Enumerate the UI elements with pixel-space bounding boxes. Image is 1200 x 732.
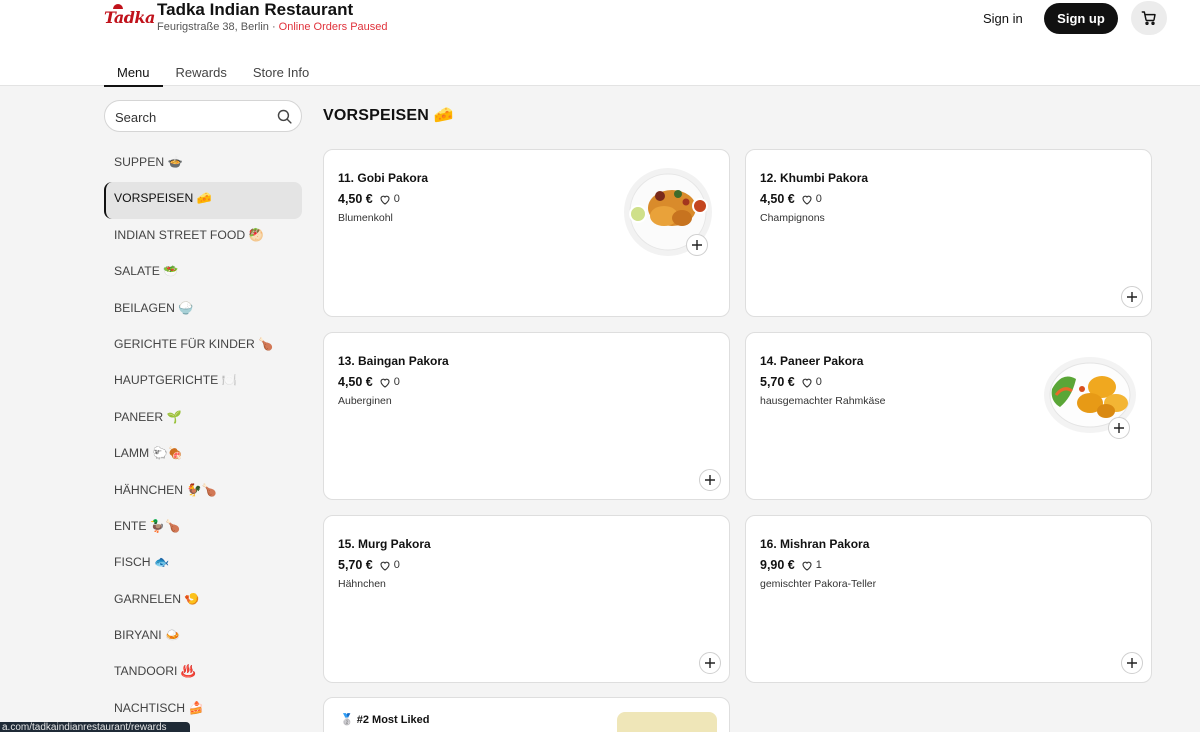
like-count: 0: [815, 376, 822, 388]
like-button[interactable]: 0: [379, 376, 400, 388]
add-to-cart-button[interactable]: [686, 234, 708, 256]
plus-icon: [705, 658, 715, 668]
item-name: 15. Murg Pakora: [338, 537, 431, 551]
item-price-row: 5,70 € 0: [338, 558, 400, 572]
like-count: 1: [815, 559, 822, 571]
category-item-paneer[interactable]: PANEER 🌱: [104, 401, 302, 437]
search-icon[interactable]: [276, 108, 293, 125]
like-button[interactable]: 0: [801, 193, 822, 205]
category-list: SUPPEN 🍲 VORSPEISEN 🧀 INDIAN STREET FOOD…: [104, 146, 302, 728]
tab-menu[interactable]: Menu: [104, 60, 163, 87]
restaurant-name: Tadka Indian Restaurant: [157, 0, 354, 19]
heart-icon: [380, 378, 390, 388]
plus-icon: [1114, 423, 1124, 433]
header: Tadka Tadka Indian Restaurant Feurigstra…: [0, 0, 1200, 87]
category-item-garnelen[interactable]: GARNELEN 🍤: [104, 583, 302, 619]
category-item-vorspeisen[interactable]: VORSPEISEN 🧀: [104, 182, 302, 219]
category-item-suppen[interactable]: SUPPEN 🍲: [104, 146, 302, 182]
item-price: 9,90 €: [760, 558, 795, 572]
plus-icon: [692, 240, 702, 250]
item-description: Auberginen: [338, 395, 392, 407]
category-item-lamm[interactable]: LAMM 🐑🍖: [104, 437, 302, 473]
item-name: 14. Paneer Pakora: [760, 354, 864, 368]
category-item-hauptgerichte[interactable]: HAUPTGERICHTE 🍽️: [104, 364, 302, 400]
category-item-gerichte-fuer-kinder[interactable]: GERICHTE FÜR KINDER 🍗: [104, 328, 302, 364]
add-to-cart-button[interactable]: [1108, 417, 1130, 439]
heart-icon: [380, 195, 390, 205]
menu-item-card[interactable]: 14. Paneer Pakora 5,70 € 0 hausgemachter…: [745, 332, 1152, 500]
item-name: 12. Khumbi Pakora: [760, 171, 869, 185]
restaurant-subline: Feurigstraße 38, Berlin · Online Orders …: [157, 21, 388, 33]
item-description: Champignons: [760, 212, 825, 224]
plus-icon: [705, 475, 715, 485]
item-price: 4,50 €: [338, 375, 373, 389]
restaurant-logo[interactable]: Tadka: [104, 4, 155, 32]
item-name: 13. Baingan Pakora: [338, 354, 449, 368]
add-to-cart-button[interactable]: [1121, 286, 1143, 308]
sign-up-button[interactable]: Sign up: [1044, 3, 1118, 34]
item-name: 16. Mishran Pakora: [760, 537, 870, 551]
heart-icon: [802, 378, 812, 388]
category-item-ente[interactable]: ENTE 🦆🍗: [104, 510, 302, 546]
category-item-beilagen[interactable]: BEILAGEN 🍚: [104, 292, 302, 328]
item-price-row: 4,50 € 0: [338, 375, 400, 389]
heart-icon: [802, 561, 812, 571]
menu-item-card[interactable]: 12. Khumbi Pakora 4,50 € 0 Champignons: [745, 149, 1152, 317]
item-price: 5,70 €: [760, 375, 795, 389]
category-item-indian-street-food[interactable]: INDIAN STREET FOOD 🥙: [104, 219, 302, 255]
add-to-cart-button[interactable]: [1121, 652, 1143, 674]
like-button[interactable]: 1: [801, 559, 822, 571]
item-price: 4,50 €: [760, 192, 795, 206]
item-description: gemischter Pakora-Teller: [760, 578, 877, 590]
plus-icon: [1127, 658, 1137, 668]
like-count: 0: [393, 559, 400, 571]
separator: ·: [268, 21, 279, 33]
heart-icon: [380, 561, 390, 571]
category-item-biryani[interactable]: BIRYANI 🍛: [104, 619, 302, 655]
like-button[interactable]: 0: [379, 559, 400, 571]
menu-item-card[interactable]: 11. Gobi Pakora 4,50 € 0 Blumenkohl: [323, 149, 730, 317]
section-title: VORSPEISEN 🧀: [323, 107, 454, 124]
category-item-fisch[interactable]: FISCH 🐟: [104, 546, 302, 582]
category-item-haehnchen[interactable]: HÄHNCHEN 🐓🍗: [104, 474, 302, 510]
like-button[interactable]: 0: [801, 376, 822, 388]
item-photo: [617, 712, 717, 732]
like-count: 0: [393, 376, 400, 388]
menu-item-card[interactable]: 16. Mishran Pakora 9,90 € 1 gemischter P…: [745, 515, 1152, 683]
cart-icon: [1141, 11, 1156, 26]
item-description: Blumenkohl: [338, 212, 393, 224]
order-status: Online Orders Paused: [278, 21, 388, 33]
nav-tabs: Menu Rewards Store Info: [104, 60, 322, 87]
plus-icon: [1127, 292, 1137, 302]
heart-icon: [802, 195, 812, 205]
restaurant-address: Feurigstraße 38, Berlin: [157, 21, 269, 33]
tab-store-info[interactable]: Store Info: [240, 60, 322, 86]
item-price: 4,50 €: [338, 192, 373, 206]
add-to-cart-button[interactable]: [699, 469, 721, 491]
search-input[interactable]: [115, 108, 265, 126]
item-price-row: 4,50 € 0: [760, 192, 822, 206]
category-item-tandoori[interactable]: TANDOORI ♨️: [104, 655, 302, 691]
most-liked-card[interactable]: 🥈 #2 Most Liked: [323, 697, 730, 732]
item-price-row: 4,50 € 0: [338, 192, 400, 206]
item-price-row: 5,70 € 0: [760, 375, 822, 389]
search-box: [104, 100, 302, 132]
menu-item-card[interactable]: 15. Murg Pakora 5,70 € 0 Hähnchen: [323, 515, 730, 683]
item-price-row: 9,90 € 1: [760, 558, 822, 572]
like-count: 0: [393, 193, 400, 205]
tab-rewards[interactable]: Rewards: [163, 60, 240, 86]
most-liked-badge: 🥈 #2 Most Liked: [340, 714, 430, 726]
like-button[interactable]: 0: [379, 193, 400, 205]
add-to-cart-button[interactable]: [699, 652, 721, 674]
item-description: hausgemachter Rahmkäse: [760, 395, 886, 407]
category-item-salate[interactable]: SALATE 🥗: [104, 255, 302, 291]
status-bar-url: a.com/tadkaindianrestaurant/rewards: [0, 722, 190, 732]
item-price: 5,70 €: [338, 558, 373, 572]
like-count: 0: [815, 193, 822, 205]
cart-button[interactable]: [1131, 1, 1167, 35]
item-description: Hähnchen: [338, 578, 386, 590]
item-name: 11. Gobi Pakora: [338, 171, 429, 185]
sign-in-button[interactable]: Sign in: [983, 8, 1023, 28]
menu-item-card[interactable]: 13. Baingan Pakora 4,50 € 0 Auberginen: [323, 332, 730, 500]
